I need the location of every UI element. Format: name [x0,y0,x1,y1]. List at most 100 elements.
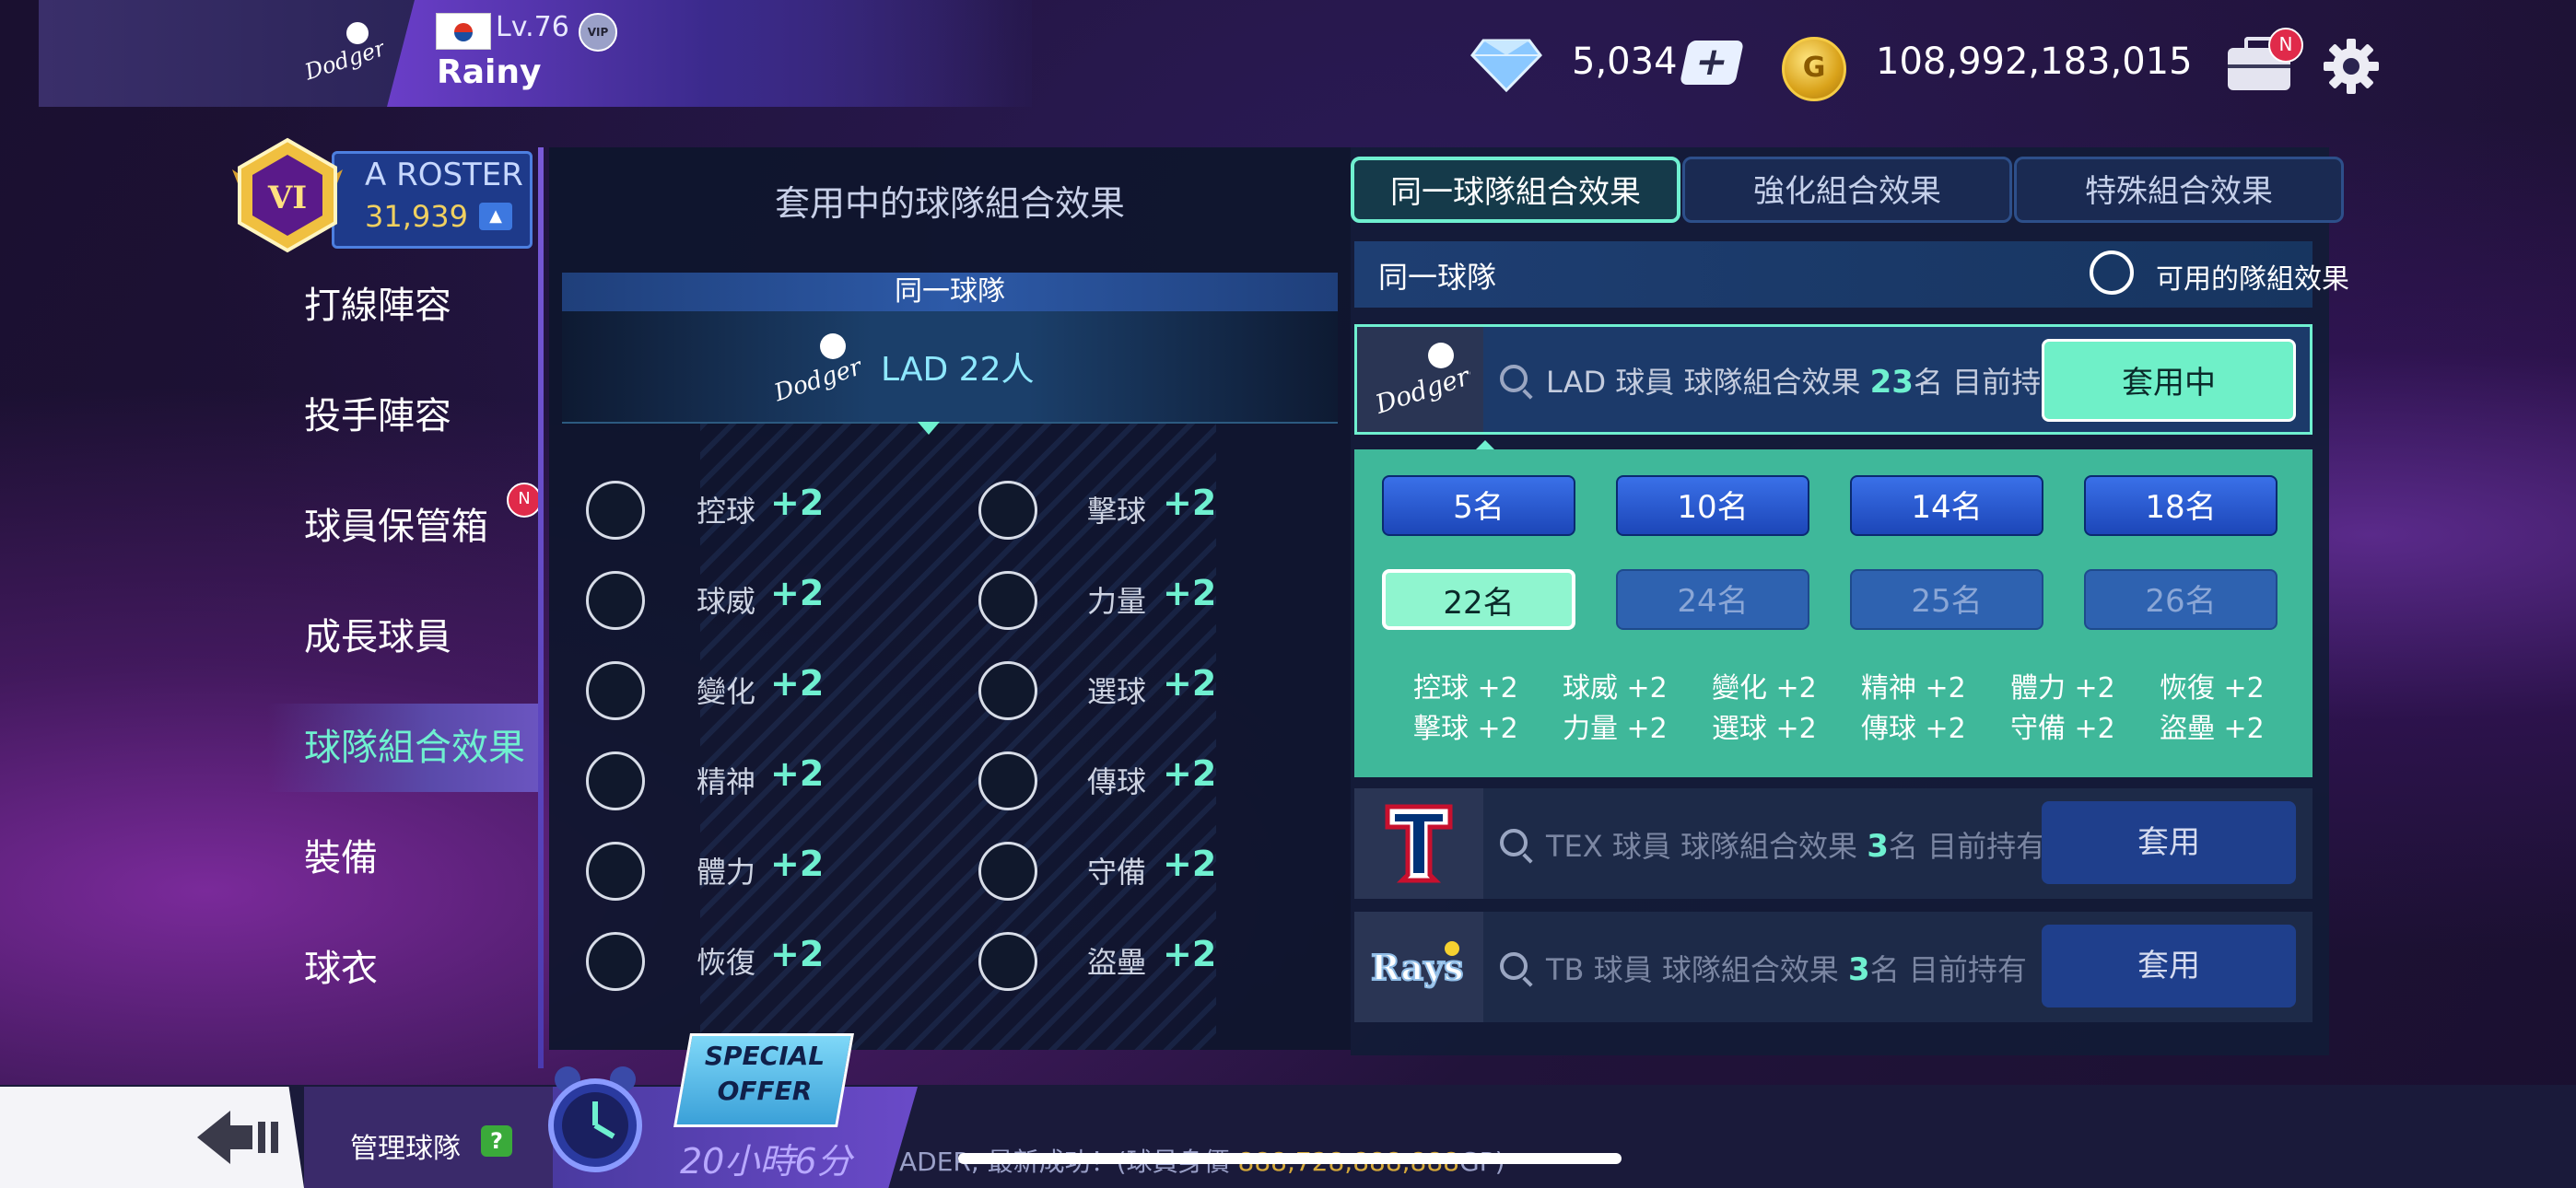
add-gems-button[interactable]: + [1679,39,1745,85]
stat-label: 體力 [697,855,756,890]
velocity-icon [586,571,645,630]
speed-icon [978,932,1037,991]
back-arrow-icon[interactable] [193,1105,286,1170]
stat-value: +2 [1163,753,1217,794]
offer-timer: 20小時6分 [680,1141,852,1182]
tab-same-team[interactable]: 同一球隊組合效果 [1351,157,1680,223]
caret-down-icon [918,422,940,435]
tier-button[interactable]: 24名 [1616,569,1809,630]
tier-button[interactable]: 10名 [1616,475,1809,536]
coin-icon: G [1782,37,1846,101]
dodgers-logo-icon: Dodgers [770,333,861,408]
manage-team-label[interactable]: 管理球隊 [350,1125,461,1166]
control-icon [586,481,645,540]
throwing-icon [978,751,1037,810]
svg-text:Dodgers: Dodgers [770,349,861,407]
tier-button-selected[interactable]: 22名 [1382,569,1575,630]
alarm-clock-icon[interactable] [544,1059,647,1179]
roster-name: A ROSTER [365,157,523,193]
player-name: Rainy [437,53,542,91]
search-icon [1500,365,1528,392]
sidebar-divider [538,147,544,1068]
svg-text:Dodgers: Dodgers [300,31,383,86]
nav-item-player-storage[interactable]: 球員保管箱 [304,483,540,571]
stat-value: +2 [1163,663,1217,704]
search-icon [1500,952,1528,980]
gem-count: 5,034 [1572,41,1678,83]
stat-label: 守備 [1087,855,1147,890]
roster-expand-button[interactable]: ▲ [479,203,512,230]
filter-label: 同一球隊 [1378,260,1497,295]
rangers-logo-icon [1385,804,1453,883]
inbox-badge: N [2268,28,2303,63]
stat-value: +2 [770,753,825,794]
applied-effects-subheader: 同一球隊 [562,273,1338,311]
apply-button[interactable]: 套用 [2042,801,2296,884]
divider [562,422,1338,424]
stat-label: 控球 [697,494,756,529]
help-icon[interactable]: ? [481,1125,512,1157]
stat-label: 選球 [1087,674,1147,709]
stat-label: 精神 [697,764,756,799]
tier-button[interactable]: 18名 [2084,475,2277,536]
stat-value: +2 [770,844,825,884]
nav-item-batting-lineup[interactable]: 打線陣容 [304,262,540,350]
tier-button[interactable]: 25名 [1850,569,2043,630]
nav-item-uniform[interactable]: 球衣 [304,925,540,1013]
coin-count: 108,992,183,015 [1876,41,2193,83]
tab-special[interactable]: 特殊組合效果 [2014,157,2344,223]
available-only-radio[interactable] [2090,250,2134,295]
search-icon [1500,829,1528,856]
tier-button[interactable]: 26名 [2084,569,2277,630]
stat-label: 球威 [697,584,756,619]
dodgers-logo-icon: Dodgers [1371,343,1470,420]
tier-stat: 恢復 +2 [2160,672,2265,705]
applied-button[interactable]: 套用中 [2042,339,2296,422]
tier-stat: 選球 +2 [1712,713,1817,745]
dodgers-logo-icon[interactable]: Dodgers [300,17,383,90]
rank-badge-icon: VI [232,137,343,253]
recovery-icon [586,932,645,991]
tier-button[interactable]: 5名 [1382,475,1575,536]
applied-effects-title: 套用中的球隊組合效果 [774,183,1125,224]
nav-item-team-combo[interactable]: 球隊組合效果 [267,704,540,792]
stat-value: +2 [1163,483,1217,523]
svg-text:Dodgers: Dodgers [1371,356,1470,420]
tier-stat: 變化 +2 [1712,672,1817,705]
applied-team-name: LAD 22人 [881,351,1035,389]
tier-stat: 盜壘 +2 [2160,713,2265,745]
gear-icon[interactable] [2322,37,2381,96]
tier-stat: 力量 +2 [1563,713,1668,745]
available-only-label: 可用的隊組效果 [2156,263,2349,296]
home-indicator[interactable] [958,1153,1622,1164]
team-row-text: TB 球員 球隊組合效果 3名 目前持有 [1546,951,2027,988]
team-row-text: TEX 球員 球隊組合效果 3名 目前持有 [1546,828,2046,865]
tier-button[interactable]: 14名 [1850,475,2043,536]
vip-badge-icon[interactable]: VIP [579,13,617,52]
tab-enhance[interactable]: 強化組合效果 [1682,157,2012,223]
stat-value: +2 [1163,844,1217,884]
stat-label: 力量 [1087,584,1147,619]
nav-item-pitching-lineup[interactable]: 投手陣容 [304,372,540,460]
batting-icon [978,481,1037,540]
tier-stat: 體力 +2 [2010,672,2115,705]
eye-icon [978,661,1037,720]
nav-item-equipment[interactable]: 裝備 [304,814,540,903]
breaking-ball-icon [586,661,645,720]
apply-button[interactable]: 套用 [2042,925,2296,1007]
tier-stat: 控球 +2 [1413,672,1518,705]
stat-value: +2 [1163,934,1217,974]
svg-text:VI: VI [267,180,307,216]
rays-logo-icon: Rays [1370,941,1465,989]
tier-stat: 精神 +2 [1861,672,1966,705]
roster-score: 31,939 [365,199,468,234]
stat-value: +2 [770,934,825,974]
stat-label: 恢復 [697,945,756,980]
tier-stat: 擊球 +2 [1413,713,1518,745]
diamond-icon [1470,39,1542,92]
nav-badge: N [507,483,542,518]
stat-value: +2 [770,483,825,523]
nav-item-growth-players[interactable]: 成長球員 [304,593,540,681]
korea-flag-icon [436,13,491,50]
stat-label: 傳球 [1087,764,1147,799]
